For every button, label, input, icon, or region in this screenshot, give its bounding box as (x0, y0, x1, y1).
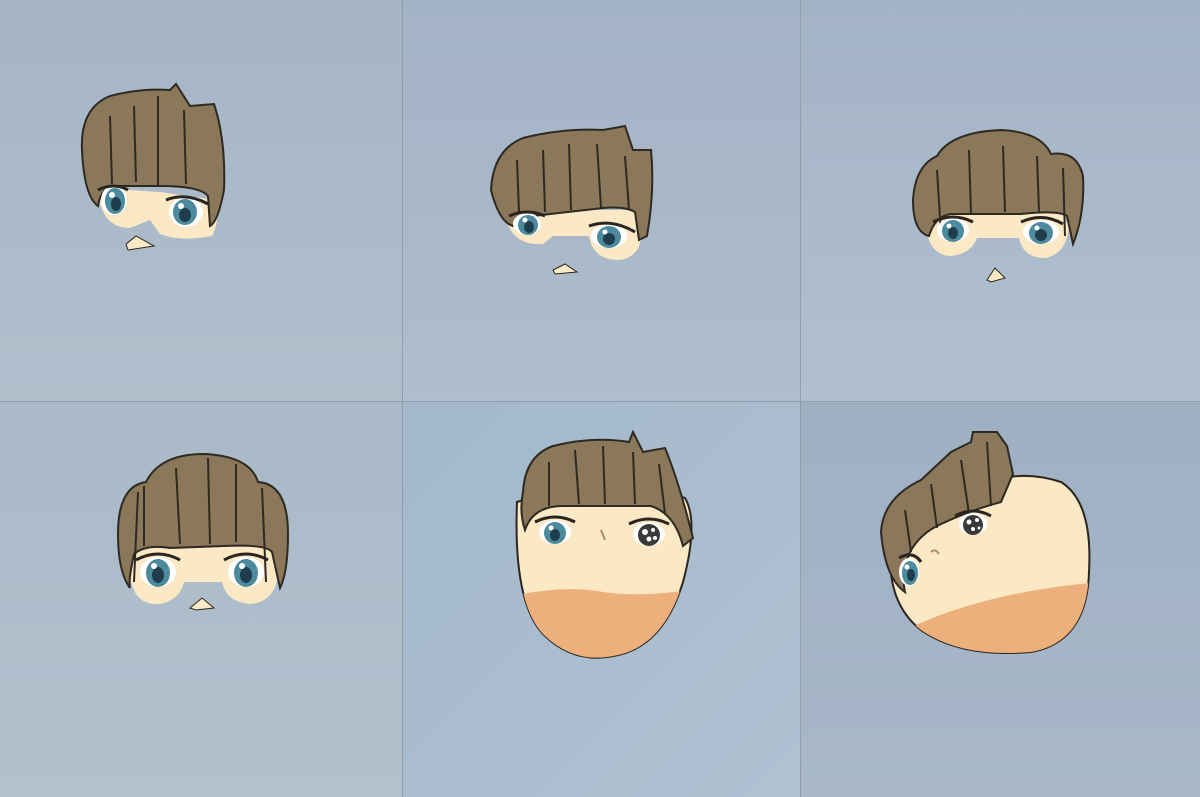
panel-3-illustration (801, 0, 1200, 401)
panel-1 (0, 0, 402, 401)
panel-4-illustration (0, 402, 402, 797)
panel-6 (801, 402, 1200, 797)
panel-5-illustration (403, 402, 800, 797)
panel-3 (801, 0, 1200, 401)
panel-6-illustration (801, 402, 1200, 797)
panel-1-illustration (0, 0, 402, 401)
image-grid (0, 0, 1200, 797)
panel-2 (403, 0, 800, 401)
panel-2-illustration (403, 0, 800, 401)
panel-4 (0, 402, 402, 797)
panel-5 (403, 402, 800, 797)
